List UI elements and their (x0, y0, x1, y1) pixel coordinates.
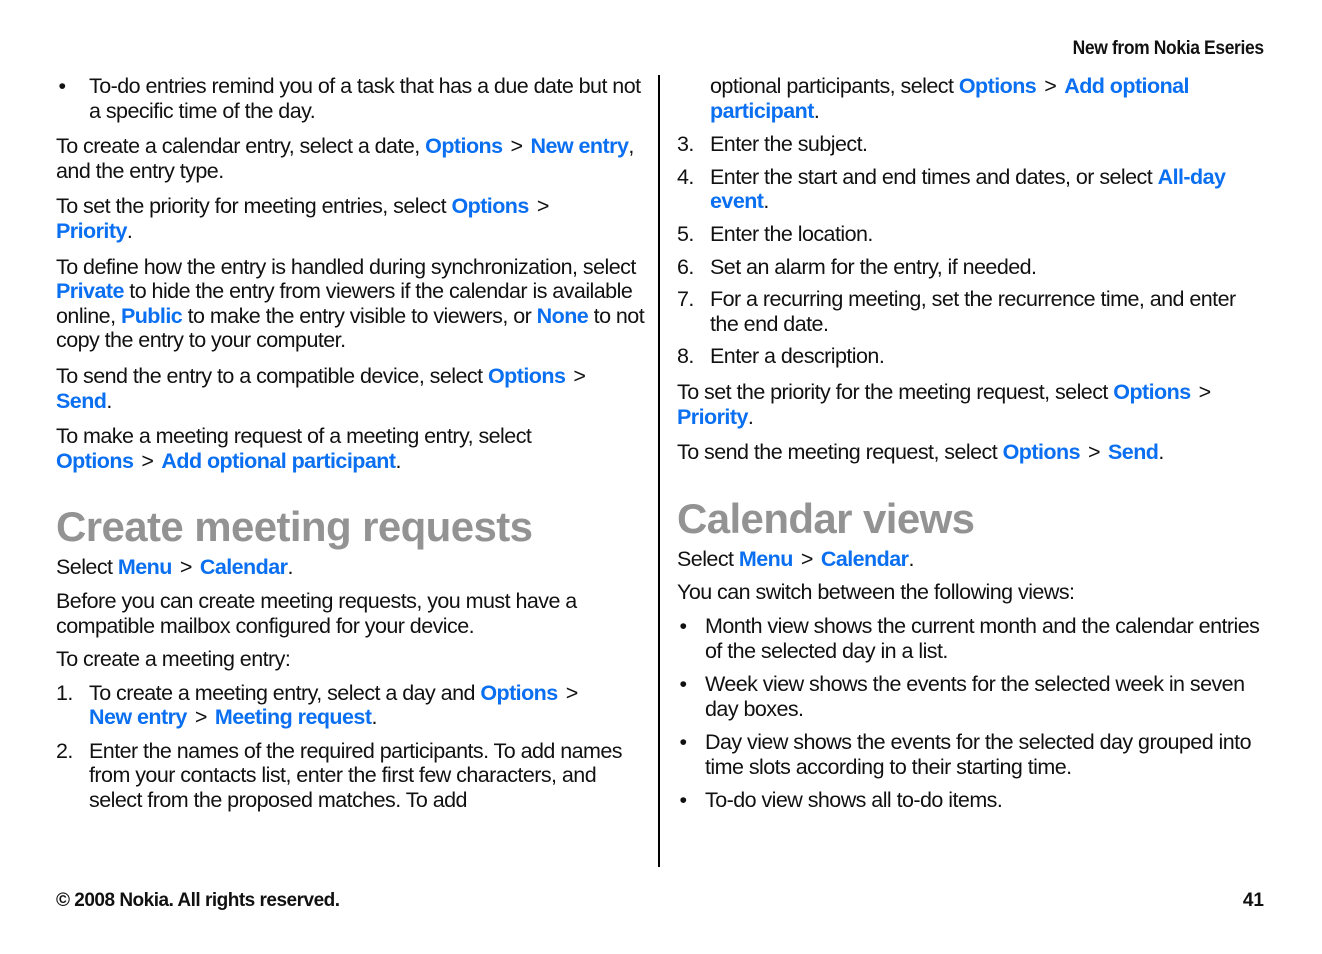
options-link[interactable]: Options (56, 449, 134, 473)
step-item: 1. To create a meeting entry, select a d… (56, 681, 648, 730)
step-number: 1. (56, 680, 73, 705)
send-entry-paragraph: To send the entry to a compatible device… (56, 364, 648, 413)
options-link[interactable]: Options (488, 364, 566, 388)
options-link[interactable]: Options (451, 194, 529, 218)
to-create-paragraph: To create a meeting entry: (56, 647, 291, 672)
menu-link[interactable]: Menu (739, 547, 793, 571)
right-column: optional participants, select Options > Ad… (677, 74, 1269, 824)
page-number: 41 (1242, 890, 1264, 911)
breadcrumb-separator: > (141, 448, 154, 473)
sync-paragraph: To define how the entry is handled durin… (56, 254, 645, 353)
priority-link[interactable]: Priority (56, 219, 127, 243)
view-list-item: • Month view shows the current month and… (677, 614, 1269, 663)
add-optional-participant-link[interactable]: Add optional participant (161, 449, 396, 473)
calendar-link[interactable]: Calendar (200, 555, 288, 579)
left-column: • To-do entries remind you of a task tha… (56, 74, 648, 824)
none-link[interactable]: None (537, 304, 589, 328)
step-item: 6. Set an alarm for the entry, if needed… (677, 254, 1037, 279)
breadcrumb-separator: > (573, 363, 586, 388)
send-paragraph: To send the meeting request, select Opti… (677, 440, 1164, 465)
send-link[interactable]: Send (1108, 440, 1159, 464)
step-number: 7. (677, 287, 694, 312)
options-link[interactable]: Options (425, 134, 503, 158)
bullet-icon: • (679, 788, 688, 813)
private-link[interactable]: Private (56, 279, 124, 303)
step-item: 4. Enter the start and end times and dat… (677, 164, 1226, 214)
set-priority-paragraph: To set the priority for meeting entries,… (56, 194, 648, 243)
section-heading-create-meeting-requests: Create meeting requests (56, 503, 533, 551)
copyright-footer: © 2008 Nokia. All rights reserved. (56, 890, 340, 911)
column-divider (658, 75, 660, 867)
step-number: 3. (677, 132, 694, 157)
menu-link[interactable]: Menu (118, 555, 172, 579)
step-item: 3. Enter the subject. (677, 132, 868, 157)
section-heading-calendar-views: Calendar views (677, 494, 975, 542)
meeting-request-link[interactable]: Meeting request (215, 705, 372, 729)
view-list-item: • Day view shows the events for the sele… (677, 730, 1269, 779)
bullet-icon: • (58, 74, 67, 98)
create-entry-paragraph: To create a calendar entry, select a dat… (56, 134, 634, 183)
public-link[interactable]: Public (121, 304, 183, 328)
select-menu-paragraph: Select Menu > Calendar. (56, 555, 293, 580)
breadcrumb-separator: > (1198, 379, 1212, 404)
step-item: 8. Enter a description. (677, 344, 885, 369)
breadcrumb-separator: > (510, 134, 524, 159)
bullet-icon: • (679, 730, 688, 755)
calendar-link[interactable]: Calendar (821, 547, 909, 571)
options-link[interactable]: Options (1003, 440, 1081, 464)
manual-page: New from Nokia Eseries • To-do entries r… (0, 0, 1322, 954)
options-link[interactable]: Options (1113, 380, 1191, 404)
view-list-item: • To-do view shows all to-do items. (677, 788, 1269, 813)
todo-bullet-item: • To-do entries remind you of a task tha… (56, 74, 648, 123)
switch-intro: You can switch between the following vie… (677, 580, 1075, 605)
options-link[interactable]: Options (480, 681, 558, 705)
step-2-continued: optional participants, select Options > Ad… (710, 74, 1190, 123)
new-entry-link[interactable]: New entry (531, 134, 629, 158)
breadcrumb-separator: > (536, 194, 550, 219)
before-paragraph: Before you can create meeting requests, … (56, 588, 577, 638)
step-number: 4. (677, 164, 694, 189)
step-item: 2. Enter the names of the required parti… (56, 738, 623, 813)
bullet-icon: • (679, 613, 688, 638)
bullet-icon: • (679, 672, 688, 697)
step-number: 8. (677, 344, 694, 369)
running-header: New from Nokia Eseries (1072, 38, 1264, 59)
breadcrumb-separator: > (1044, 74, 1057, 98)
step-number: 6. (677, 254, 694, 279)
breadcrumb-separator: > (565, 680, 579, 705)
priority-link[interactable]: Priority (677, 405, 748, 429)
breadcrumb-separator: > (194, 705, 208, 730)
breadcrumb-separator: > (1087, 440, 1101, 465)
step-number: 5. (677, 221, 694, 246)
send-link[interactable]: Send (56, 389, 107, 413)
breadcrumb-separator: > (179, 555, 193, 580)
view-list-item: • Week view shows the events for the sel… (677, 672, 1269, 721)
breadcrumb-separator: > (800, 546, 814, 571)
priority-paragraph: To set the priority for the meeting requ… (677, 380, 1269, 429)
options-link[interactable]: Options (959, 74, 1037, 98)
meeting-request-paragraph: To make a meeting request of a meeting e… (56, 424, 532, 473)
step-item: 5. Enter the location. (677, 221, 873, 246)
new-entry-link[interactable]: New entry (89, 705, 187, 729)
step-item: 7. For a recurring meeting, set the recu… (677, 287, 1236, 336)
select-menu-paragraph: Select Menu > Calendar. (677, 546, 914, 571)
step-number: 2. (56, 738, 73, 763)
